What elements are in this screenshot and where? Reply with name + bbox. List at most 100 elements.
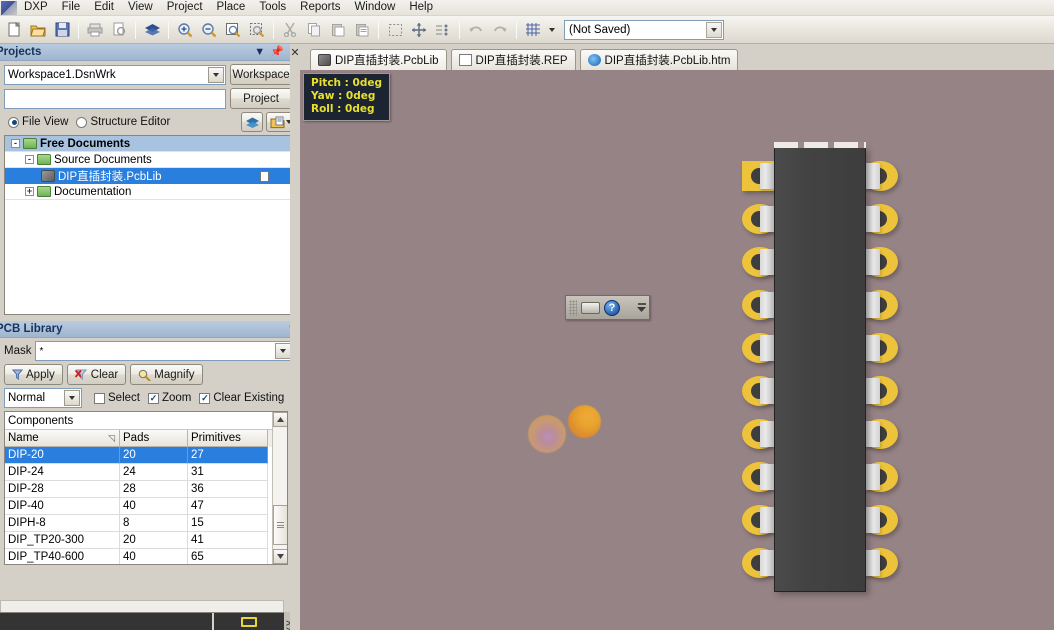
table-row[interactable]: DIP-40 40 47 — [5, 498, 287, 515]
table-row[interactable]: DIP_TP20-300 20 41 — [5, 532, 287, 549]
new-document-icon[interactable] — [3, 19, 25, 41]
chevron-down-icon[interactable] — [208, 66, 224, 83]
pad-20[interactable] — [858, 161, 898, 191]
tab-rep[interactable]: DIP直插封装.REP — [450, 49, 576, 70]
open-folder-icon[interactable] — [27, 19, 49, 41]
pad-13[interactable] — [858, 462, 898, 492]
pad-17[interactable] — [858, 290, 898, 320]
grid-dropdown-icon[interactable] — [546, 19, 558, 41]
table-row[interactable]: DIP-28 28 36 — [5, 481, 287, 498]
file-view-radio[interactable]: File View — [4, 113, 72, 131]
undo-icon[interactable] — [465, 19, 487, 41]
light-source-a[interactable] — [528, 415, 566, 453]
cut-icon[interactable] — [279, 19, 301, 41]
menu-item-tools[interactable]: Tools — [252, 0, 293, 15]
clear-button[interactable]: Clear — [66, 364, 127, 385]
pad-12[interactable] — [858, 505, 898, 535]
zoom-in-icon[interactable] — [174, 19, 196, 41]
zoom-area-icon[interactable] — [246, 19, 268, 41]
table-row[interactable]: DIP-20 20 27 — [5, 447, 287, 464]
grid-icon[interactable] — [522, 19, 544, 41]
apply-button[interactable]: Apply — [4, 364, 63, 385]
pad-4[interactable] — [742, 290, 782, 320]
pad-10[interactable] — [742, 548, 782, 578]
pad-8[interactable] — [742, 462, 782, 492]
pad-16[interactable] — [858, 333, 898, 363]
components-scrollbar[interactable] — [272, 412, 287, 564]
paste-icon[interactable] — [327, 19, 349, 41]
drag-grip-icon[interactable] — [569, 299, 577, 316]
keyboard-icon[interactable] — [581, 301, 600, 314]
menu-item-help[interactable]: Help — [402, 0, 440, 15]
pad-7[interactable] — [742, 419, 782, 449]
tree-expander-icon[interactable]: - — [25, 155, 34, 164]
scroll-down-icon[interactable] — [272, 549, 287, 564]
tree-node-dip-pcblib[interactable]: DIP直插封装.PcbLib — [5, 168, 295, 184]
pad-15[interactable] — [858, 376, 898, 406]
align-icon[interactable] — [432, 19, 454, 41]
pad-3[interactable] — [742, 247, 782, 277]
pad-11[interactable] — [858, 548, 898, 578]
table-row[interactable]: DIPH-8 8 15 — [5, 515, 287, 532]
column-header-name[interactable]: Name ◹ — [5, 430, 120, 447]
dip20-3d-component[interactable] — [720, 142, 920, 602]
menu-item-edit[interactable]: Edit — [87, 0, 121, 15]
scrollbar-thumb[interactable] — [1, 601, 241, 612]
horizontal-scrollbar[interactable] — [0, 600, 284, 612]
copy-icon[interactable] — [303, 19, 325, 41]
magnify-button[interactable]: Magnify — [130, 364, 203, 385]
zoom-out-icon[interactable] — [198, 19, 220, 41]
pad-6[interactable] — [742, 376, 782, 406]
workspace-combo[interactable]: Workspace1.DsnWrk — [4, 64, 226, 85]
select-area-icon[interactable] — [384, 19, 406, 41]
clear-existing-checkbox[interactable]: ✓ Clear Existing — [199, 392, 284, 404]
tab-pcblib[interactable]: DIP直插封装.PcbLib — [310, 49, 447, 70]
help-icon[interactable]: ? — [604, 299, 620, 316]
pad-1[interactable] — [742, 161, 782, 191]
zoom-checkbox[interactable]: ✓ Zoom — [147, 392, 191, 404]
chevron-down-icon[interactable] — [64, 390, 80, 406]
mode-combo[interactable]: Normal — [4, 388, 82, 408]
chevron-down-icon[interactable] — [706, 21, 722, 38]
floating-mini-toolbar[interactable]: ? — [565, 295, 650, 320]
pad-5[interactable] — [742, 333, 782, 363]
menu-item-reports[interactable]: Reports — [293, 0, 347, 15]
tree-node-documentation[interactable]: + Documentation — [5, 184, 295, 200]
light-source-b[interactable] — [568, 405, 601, 438]
tab-htm[interactable]: DIP直插封装.PcbLib.htm — [579, 49, 739, 70]
scrollbar-thumb[interactable] — [272, 505, 287, 545]
pad-9[interactable] — [742, 505, 782, 535]
scrollbar-track[interactable] — [272, 427, 287, 549]
menu-item-window[interactable]: Window — [347, 0, 402, 15]
table-row[interactable]: DIP_TP40-600 40 65 — [5, 549, 287, 564]
column-header-pads[interactable]: Pads — [120, 430, 188, 447]
components-grid[interactable]: Components Name ◹ Pads Primitives DIP-20… — [4, 411, 288, 565]
tree-expander-icon[interactable]: + — [25, 187, 34, 196]
board-layers-icon[interactable] — [141, 19, 163, 41]
menu-item-project[interactable]: Project — [160, 0, 210, 15]
paste-special-icon[interactable] — [351, 19, 373, 41]
tree-expander-icon[interactable]: - — [11, 139, 20, 148]
column-header-primitives[interactable]: Primitives — [188, 430, 268, 447]
chevron-down-icon[interactable]: ▼ — [254, 46, 265, 58]
menu-item-view[interactable]: View — [121, 0, 160, 15]
project-tree[interactable]: - Free Documents - Source Documents DIP直… — [4, 135, 296, 315]
project-input[interactable] — [4, 88, 226, 109]
pad-18[interactable] — [858, 247, 898, 277]
mask-input[interactable]: * — [35, 341, 294, 361]
redo-icon[interactable] — [489, 19, 511, 41]
board-layers-icon[interactable] — [241, 112, 263, 132]
pad-14[interactable] — [858, 419, 898, 449]
scroll-up-icon[interactable] — [272, 412, 287, 427]
table-row[interactable]: DIP-24 24 31 — [5, 464, 287, 481]
project-button[interactable]: Project — [230, 88, 292, 109]
print-preview-icon[interactable] — [108, 19, 130, 41]
pad-19[interactable] — [858, 204, 898, 234]
pcb-3d-viewport[interactable]: Pitch : 0deg Yaw : 0deg Roll : 0deg ? — [300, 70, 1054, 630]
print-icon[interactable] — [84, 19, 106, 41]
minimize-icon[interactable] — [637, 303, 646, 305]
close-icon[interactable]: ✕ — [290, 46, 299, 630]
net-scope-combo[interactable]: (Not Saved) — [564, 19, 724, 40]
save-icon[interactable] — [51, 19, 73, 41]
tree-node-source-documents[interactable]: - Source Documents — [5, 152, 295, 168]
